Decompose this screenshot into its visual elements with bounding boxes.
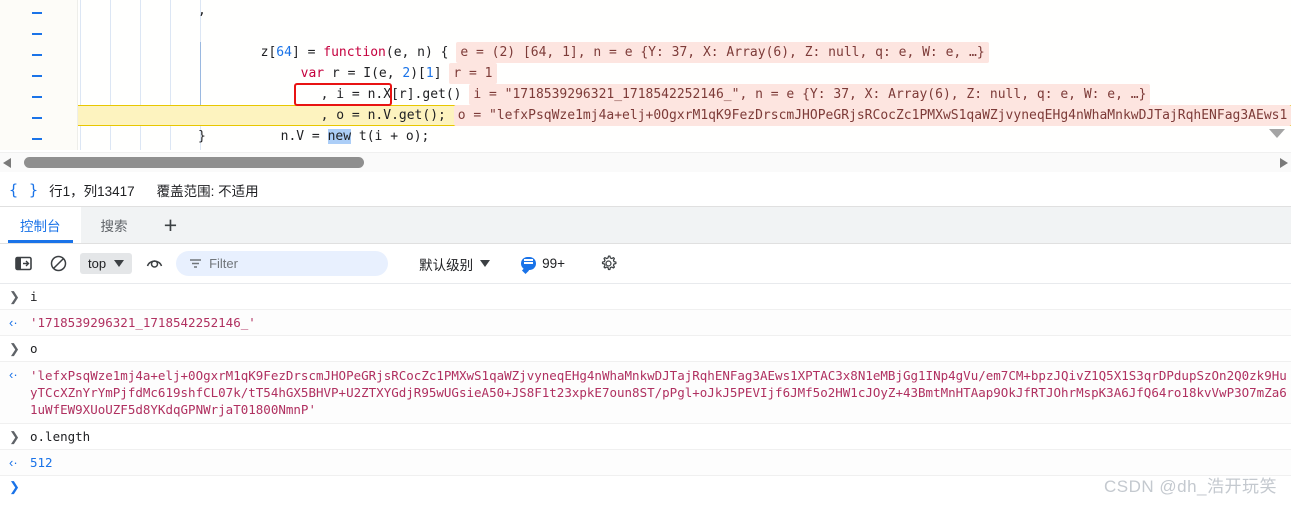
scroll-down-arrow-icon[interactable] (1269, 129, 1285, 138)
issues-bubble-icon (521, 257, 537, 270)
input-marker-icon: ❯ (9, 429, 20, 444)
coverage-label: 覆盖范围: 不适用 (156, 183, 259, 199)
log-level-label: 默认级别 (419, 257, 474, 273)
input-marker-icon: ❯ (9, 289, 20, 304)
tab-label: 控制台 (20, 219, 61, 234)
gutter-dash (32, 12, 42, 14)
cursor-position-label: 行1，列13417 (49, 183, 135, 199)
inline-eval-chip: o = "lefxPsqWze1mj4a+elj+0OgxrM1qK9FezDr… (453, 105, 1291, 126)
code-editor[interactable]: , z[64] = function(e, n) { e = (2) [64, … (78, 0, 1291, 150)
add-tab-button[interactable]: + (148, 207, 194, 243)
console-output-row[interactable]: ‹· '1718539296321_1718542252146_' (0, 310, 1291, 336)
clear-console-icon[interactable] (45, 251, 71, 277)
settings-gear-icon[interactable] (596, 251, 622, 277)
code-token: t(i + o); (351, 129, 430, 144)
console-expression: o (30, 341, 38, 356)
gutter-dash (32, 54, 42, 56)
console-result-value: '1718539296321_1718542252146_' (30, 315, 256, 330)
gutter-dash (32, 75, 42, 77)
indent-guide (110, 0, 111, 150)
output-marker-icon: ‹· (9, 455, 18, 470)
console-output-row[interactable]: ‹· 512 (0, 450, 1291, 476)
gutter-dash (32, 117, 42, 119)
indent-guide (80, 0, 81, 150)
console-expression: o.length (30, 429, 91, 444)
console-prompt[interactable]: ❯ (0, 476, 1291, 498)
inline-eval-chip: e = (2) [64, 1], n = e {Y: 37, X: Array(… (456, 42, 989, 63)
console-expression: i (30, 289, 38, 304)
log-level-selector[interactable]: 默认级别 (419, 254, 491, 274)
issues-counter[interactable]: 99+ (521, 256, 565, 271)
console-message-list[interactable]: ❯ i ‹· '1718539296321_1718542252146_' ❯ … (0, 284, 1291, 505)
filter-input[interactable]: Filter (176, 251, 389, 276)
indent-guide (140, 0, 141, 150)
code-line: , i = n.X[r].get() i = "1718539296321_17… (258, 63, 1151, 105)
gutter-dash (32, 96, 42, 98)
gutter-dash (32, 138, 42, 140)
output-marker-icon: ‹· (9, 367, 18, 382)
watermark-label: CSDN @dh_浩开玩笑 (1103, 477, 1277, 496)
tab-label: 搜索 (100, 219, 128, 234)
scroll-left-arrow-icon[interactable] (3, 158, 11, 168)
scroll-right-arrow-icon[interactable] (1280, 158, 1288, 168)
execution-context-label: top (88, 256, 107, 271)
tab-console[interactable]: 控制台 (0, 207, 81, 243)
output-marker-icon: ‹· (9, 315, 18, 330)
console-result-value: 512 (30, 455, 53, 470)
line-number-gutter (0, 0, 78, 150)
code-line: , o = n.V.get(); o = "lefxPsqWze1mj4a+el… (258, 84, 1291, 126)
code-line: , (198, 3, 206, 18)
drawer-tab-bar: 控制台 搜索 + (0, 207, 1291, 244)
prompt-marker-icon: ❯ (9, 479, 20, 494)
sources-code-pane[interactable]: , z[64] = function(e, n) { e = (2) [64, … (0, 0, 1291, 150)
code-line: } (198, 129, 206, 144)
code-line: var r = I(e, 2)[1] r = 1 (238, 42, 497, 84)
code-token: n.V = (280, 129, 328, 144)
console-result-value: 'lefxPsqWze1mj4a+elj+0OgxrM1qK9FezDrscmJ… (30, 368, 1287, 417)
console-output-row[interactable]: ‹· 'lefxPsqWze1mj4a+elj+0OgxrM1qK9FezDrs… (0, 362, 1291, 424)
console-input-row[interactable]: ❯ i (0, 284, 1291, 310)
chevron-down-icon (480, 260, 491, 267)
live-expression-eye-icon[interactable] (141, 251, 167, 277)
code-line: n.V = new t(i + o); (218, 105, 429, 144)
filter-icon (190, 259, 202, 268)
horizontal-scrollbar[interactable] (0, 152, 1291, 172)
sidebar-toggle-icon[interactable] (10, 251, 36, 277)
format-pretty-print-icon[interactable]: { } (0, 181, 49, 199)
console-input-row[interactable]: ❯ o (0, 336, 1291, 362)
code-line: z[64] = function(e, n) { e = (2) [64, 1]… (198, 21, 989, 63)
tab-search[interactable]: 搜索 (81, 207, 148, 243)
gutter-dash (32, 33, 42, 35)
indent-guide (170, 0, 171, 150)
console-toolbar: top Filter 默认级别 99+ (0, 244, 1291, 284)
scrollbar-thumb[interactable] (24, 157, 364, 168)
chevron-down-icon (114, 260, 125, 267)
issues-count-label: 99+ (542, 256, 565, 271)
code-token-keyword-selected: new (327, 129, 352, 144)
execution-context-selector[interactable]: top (80, 253, 133, 274)
filter-placeholder-text: Filter (209, 256, 238, 271)
console-input-row[interactable]: ❯ o.length (0, 424, 1291, 450)
input-marker-icon: ❯ (9, 341, 20, 356)
scrollbar-track[interactable] (16, 157, 1275, 168)
devtools-window: , z[64] = function(e, n) { e = (2) [64, … (0, 0, 1291, 505)
editor-status-bar: { } 行1，列13417 覆盖范围: 不适用 (0, 173, 1291, 207)
